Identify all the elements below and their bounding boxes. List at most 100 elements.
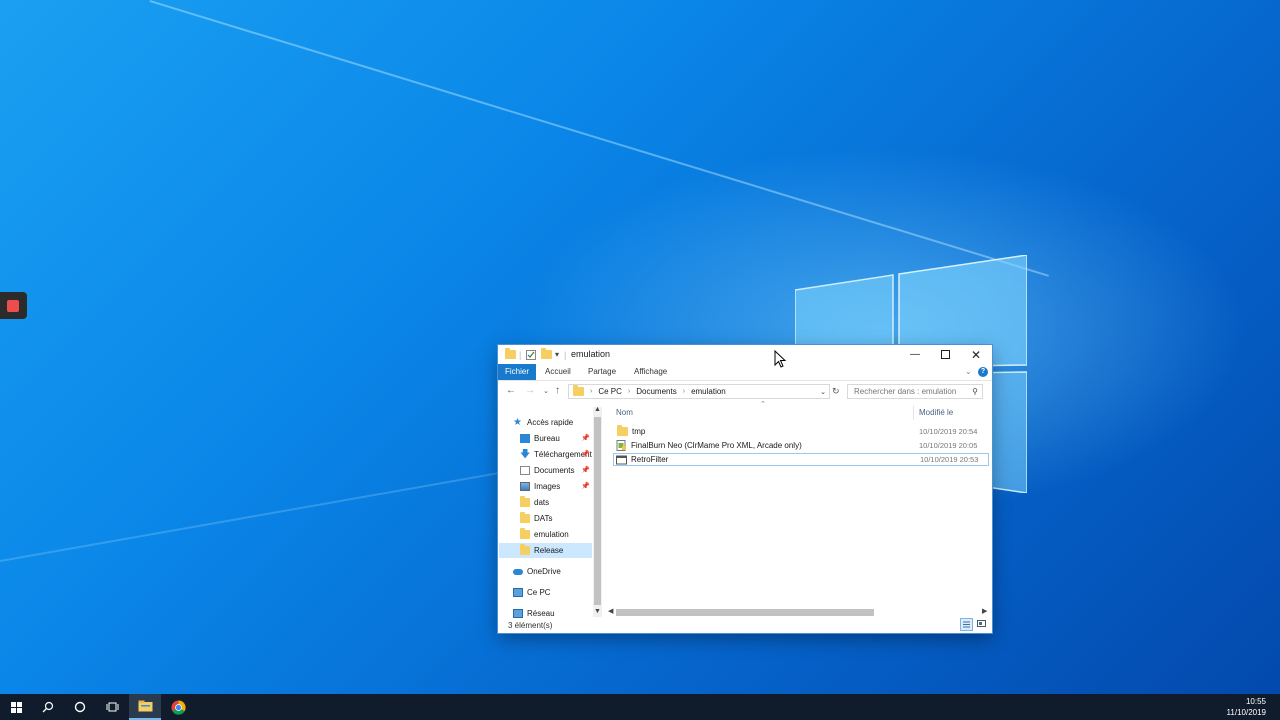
recent-locations-icon[interactable]: ⌄ (543, 387, 549, 395)
breadcrumb-separator: › (682, 388, 686, 395)
search-input[interactable]: Rechercher dans : emulation ⚲ (847, 384, 983, 399)
forward-arrow-icon[interactable]: → (525, 385, 535, 396)
file-explorer-icon (138, 700, 152, 712)
search-placeholder: Rechercher dans : emulation (854, 387, 957, 396)
task-view-icon (106, 702, 118, 712)
details-view-icon[interactable] (960, 618, 973, 631)
taskbar-chrome[interactable] (162, 694, 194, 720)
clock-time: 10:55 (1245, 697, 1266, 706)
folder-icon (617, 425, 628, 436)
large-icons-view-icon[interactable] (976, 618, 989, 631)
expand-ribbon-icon[interactable]: ⌄ (965, 364, 972, 380)
scroll-left-icon[interactable]: ◀ (608, 607, 613, 615)
up-arrow-icon[interactable]: ↑ (555, 385, 560, 396)
windows-icon (10, 701, 22, 713)
minimize-button[interactable]: — (900, 345, 930, 364)
breadcrumb-emulation[interactable]: emulation (691, 387, 726, 396)
title-bar[interactable]: | ▾ | emulation — ✕ (498, 345, 992, 364)
breadcrumb-documents[interactable]: Documents (636, 387, 676, 396)
folder-icon (520, 528, 530, 539)
search-icon (42, 701, 54, 713)
folder-icon (520, 544, 530, 555)
chevron-down-icon[interactable]: ▾ (555, 349, 559, 360)
file-modified: 10/10/2019 20:05 (919, 441, 978, 450)
tab-affichage[interactable]: Affichage (634, 364, 667, 380)
folder-icon (505, 348, 516, 360)
address-bar[interactable]: › Ce PC › Documents › emulation ⌄ (568, 384, 830, 399)
folder-icon (573, 385, 584, 396)
start-button[interactable] (0, 694, 32, 720)
help-icon[interactable]: ? (978, 367, 988, 377)
dat-file-icon (616, 440, 626, 451)
nav-item-telechargements[interactable]: 🡇 Téléchargements 📌 (520, 447, 592, 462)
taskbar-file-explorer[interactable] (129, 694, 161, 720)
column-header-modified[interactable]: Modifié le (919, 408, 953, 417)
task-view-button[interactable] (96, 694, 128, 720)
file-modified: 10/10/2019 20:53 (920, 455, 979, 464)
wallpaper-light-ray (149, 0, 1049, 277)
nav-label: Release (534, 546, 564, 555)
file-name: tmp (632, 427, 646, 436)
nav-label: Ce PC (527, 588, 551, 597)
nav-item-images[interactable]: Images 📌 (520, 479, 592, 494)
scroll-down-icon[interactable]: ▼ (594, 608, 601, 615)
ribbon-tabs: Fichier Accueil Partage Affichage ⌄ ? (498, 364, 992, 381)
tab-fichier[interactable]: Fichier (498, 364, 536, 380)
scrollbar-thumb[interactable] (594, 417, 601, 605)
file-row-finalburn[interactable]: FinalBurn Neo (ClrMame Pro XML, Arcade o… (613, 439, 989, 452)
file-row-retrofilter[interactable]: RetroFilter 10/10/2019 20:53 (613, 453, 989, 466)
app-icon (616, 455, 627, 464)
documents-icon (520, 466, 530, 475)
pin-icon: 📌 (581, 435, 590, 442)
pin-icon: 📌 (581, 467, 590, 474)
divider: | (564, 349, 567, 360)
properties-icon[interactable] (526, 349, 536, 360)
new-folder-icon[interactable] (541, 348, 552, 360)
status-bar-item-count: 3 élément(s) (508, 621, 553, 630)
file-modified: 10/10/2019 20:54 (919, 427, 978, 436)
nav-item-emulation[interactable]: emulation (520, 527, 592, 542)
cloud-icon (513, 568, 523, 575)
file-list-horizontal-scrollbar[interactable]: ◀ ▶ (608, 607, 990, 617)
stop-icon (7, 300, 19, 312)
search-icon: ⚲ (972, 387, 978, 396)
system-clock[interactable]: 10:55 11/10/2019 (1227, 696, 1266, 718)
navigation-pane: ★ Accès rapide Bureau 📌 🡇 Téléchargement… (498, 403, 602, 619)
tab-accueil[interactable]: Accueil (545, 364, 571, 380)
refresh-icon[interactable]: ↻ (832, 386, 840, 397)
back-arrow-icon[interactable]: ← (506, 385, 516, 396)
nav-label: OneDrive (527, 567, 561, 576)
nav-label: Images (534, 482, 561, 491)
file-explorer-window: | ▾ | emulation — ✕ Fichier Accueil Part… (498, 345, 992, 633)
recording-stop-button[interactable] (0, 292, 27, 319)
nav-label: Accès rapide (527, 418, 574, 427)
nav-item-release[interactable]: Release (499, 543, 592, 558)
network-icon (513, 609, 523, 618)
star-icon: ★ (513, 417, 522, 428)
search-button[interactable] (32, 694, 64, 720)
file-row-tmp[interactable]: tmp 10/10/2019 20:54 (613, 425, 989, 438)
sort-ascending-icon: ⌃ (760, 401, 766, 408)
tab-partage[interactable]: Partage (588, 364, 616, 380)
column-header-name[interactable]: Nom (616, 408, 633, 417)
breadcrumb-separator: › (627, 388, 631, 395)
address-dropdown-icon[interactable]: ⌄ (820, 388, 826, 396)
cortana-button[interactable] (64, 694, 96, 720)
images-icon (520, 482, 530, 491)
nav-label: dats (534, 498, 550, 507)
scrollbar-thumb[interactable] (616, 609, 874, 616)
nav-item-dats-upper[interactable]: DATs (520, 511, 592, 526)
scroll-right-icon[interactable]: ▶ (982, 607, 987, 615)
nav-item-dats[interactable]: dats (520, 495, 592, 510)
close-button[interactable]: ✕ (961, 345, 991, 364)
nav-label: Réseau (527, 609, 555, 618)
scroll-up-icon[interactable]: ▲ (594, 406, 601, 413)
maximize-button[interactable] (930, 345, 960, 364)
download-icon: 🡇 (520, 449, 531, 460)
breadcrumb-ce-pc[interactable]: Ce PC (598, 387, 622, 396)
desktop-icon (520, 434, 530, 443)
nav-item-documents[interactable]: Documents 📌 (520, 463, 592, 478)
clock-date: 11/10/2019 (1226, 708, 1266, 717)
nav-item-bureau[interactable]: Bureau 📌 (520, 431, 592, 446)
nav-pane-scrollbar[interactable]: ▲ ▼ (593, 406, 602, 617)
